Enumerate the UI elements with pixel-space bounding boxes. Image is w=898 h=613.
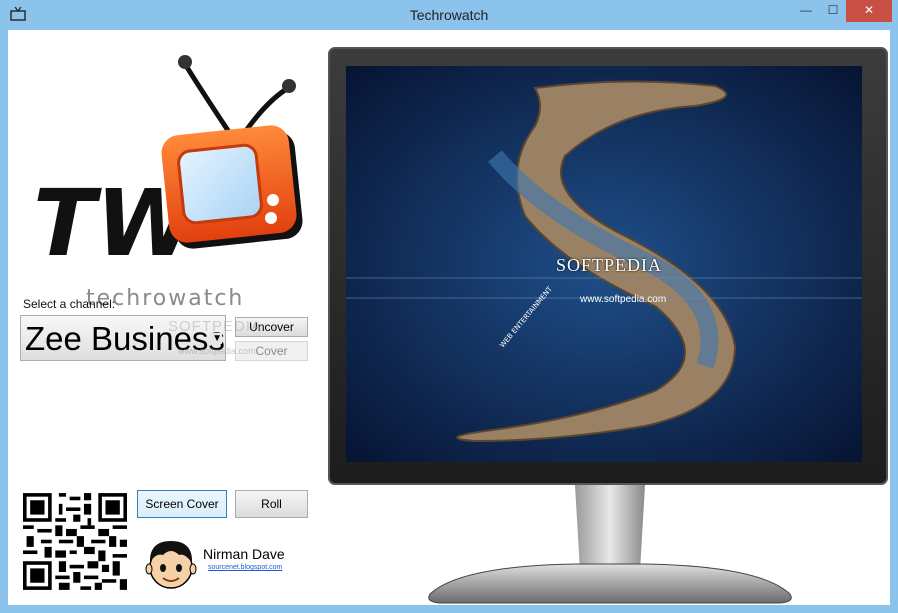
title-bar[interactable]: Techrowatch — ☐ ✕ [0,0,898,30]
screen-brand: SOFTPEDIA [556,255,663,275]
screen-url: www.softpedia.com [580,294,667,305]
techrowatch-logo: TW techrowatch [33,55,303,311]
app-window: Techrowatch — ☐ ✕ TW techrowatch Select … [0,0,898,613]
maximize-button[interactable]: ☐ [820,0,846,22]
client-area: TW techrowatch Select a channel: Zee Bus… [8,30,890,605]
author-name: Nirman Dave [203,546,285,562]
monitor-display: WEB ENTERTAINMENT [328,47,888,604]
softpedia-watermark: SOFTPEDIA [168,318,263,335]
channel-label: Select a channel: [23,297,116,311]
window-title: Techrowatch [409,7,489,23]
roll-button[interactable]: Roll [235,490,308,518]
screen-cover-button[interactable]: Screen Cover [137,490,227,518]
close-button[interactable]: ✕ [846,0,892,22]
minimize-button[interactable]: — [793,0,819,22]
author-link[interactable]: sourcenet.blogspot.com [208,564,282,571]
qr-code-icon [23,493,127,590]
author-avatar [145,541,197,589]
softpedia-watermark-url: www.softpedia.com [178,346,256,356]
